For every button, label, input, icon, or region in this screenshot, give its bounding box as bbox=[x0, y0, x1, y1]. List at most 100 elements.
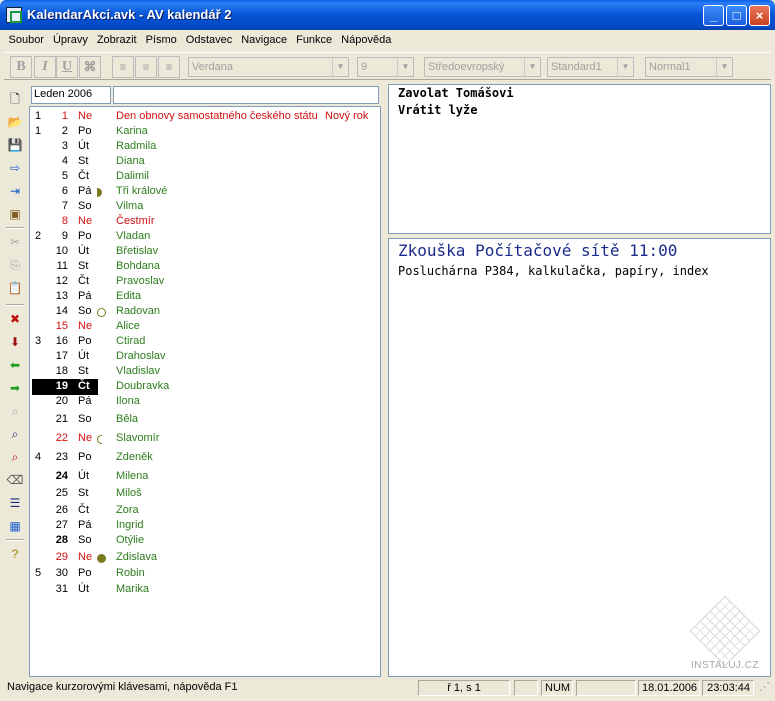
day-number: 6 bbox=[61, 185, 68, 197]
menu-bar: Soubor Úpravy Zobrazit Písmo Odstavec Na… bbox=[4, 30, 771, 50]
list-item[interactable]: 4 St Diana bbox=[30, 155, 380, 170]
align-right-icon[interactable]: ≡ bbox=[158, 56, 180, 78]
eraser-icon[interactable]: ⌫ bbox=[6, 471, 24, 489]
export-icon[interactable]: ⇨ bbox=[6, 159, 24, 177]
properties-icon[interactable]: ▣ bbox=[6, 205, 24, 223]
list-item[interactable]: 31 Út Marika bbox=[30, 583, 380, 598]
toolbar-separator bbox=[6, 539, 24, 541]
menu-soubor[interactable]: Soubor bbox=[4, 34, 48, 46]
paste-icon[interactable]: 📋 bbox=[6, 279, 24, 297]
list-item[interactable]: 17 Út Drahoslav bbox=[30, 350, 380, 365]
day-number: 21 bbox=[55, 413, 68, 425]
cut-icon[interactable]: ✂ bbox=[6, 233, 24, 251]
weekday: Út bbox=[78, 140, 89, 152]
italic-button[interactable]: I bbox=[34, 56, 56, 78]
list-item[interactable]: 26 Čt Zora bbox=[30, 504, 380, 519]
day-number: 22 bbox=[55, 432, 68, 444]
charset-value: Středoevropský bbox=[428, 61, 505, 73]
list-item[interactable]: 18 St Vladislav bbox=[30, 365, 380, 380]
nameday: Vladan bbox=[116, 230, 151, 242]
list-item[interactable]: 27 Pá Ingrid bbox=[30, 519, 380, 534]
list-item[interactable]: 5 30 Po Robin bbox=[30, 567, 380, 582]
list-item[interactable]: 29 Ne Zdislava bbox=[30, 551, 380, 566]
help-icon[interactable]: ? bbox=[6, 545, 24, 563]
align-left-icon[interactable]: ≡ bbox=[112, 56, 134, 78]
list-item[interactable]: 20 Pá Ilona bbox=[30, 395, 380, 410]
delete-event-icon[interactable]: ✖ bbox=[6, 310, 24, 328]
day-number: 20 bbox=[55, 395, 68, 407]
align-center-icon[interactable]: ≡ bbox=[135, 56, 157, 78]
nameday: Diana bbox=[116, 155, 145, 167]
size-select[interactable]: 9 ▼ bbox=[357, 57, 414, 77]
weekday: St bbox=[78, 365, 89, 377]
open-folder-icon[interactable]: 📂 bbox=[6, 113, 24, 131]
maximize-button[interactable]: □ bbox=[726, 5, 747, 26]
list-item[interactable]: 14 So Radovan bbox=[30, 305, 380, 320]
menu-pismo[interactable]: Písmo bbox=[141, 34, 181, 46]
import-icon[interactable]: ⇥ bbox=[6, 182, 24, 200]
arrow-down-icon[interactable]: ⬇ bbox=[6, 333, 24, 351]
list-item[interactable]: 10 Út Břetislav bbox=[30, 245, 380, 260]
list-item[interactable]: 3 16 Po Ctirad bbox=[30, 335, 380, 350]
list-item[interactable]: 3 Út Radmila bbox=[30, 140, 380, 155]
menu-funkce[interactable]: Funkce bbox=[292, 34, 337, 46]
new-file-icon[interactable]: 🗋 bbox=[6, 90, 24, 108]
find-prev-icon[interactable]: ⌕ bbox=[6, 448, 24, 466]
arrow-right-icon[interactable]: ➡ bbox=[6, 379, 24, 397]
list-item[interactable]: 11 St Bohdana bbox=[30, 260, 380, 275]
week-number: 4 bbox=[35, 451, 42, 463]
day-number: 17 bbox=[55, 350, 68, 362]
style-select[interactable]: Normal1 ▼ bbox=[645, 57, 733, 77]
nameday: Bohdana bbox=[116, 260, 161, 272]
paragraph-select[interactable]: Standard1 ▼ bbox=[547, 57, 634, 77]
menu-upravy[interactable]: Úpravy bbox=[48, 34, 92, 46]
chevron-down-icon: ▼ bbox=[524, 58, 540, 76]
close-button[interactable]: × bbox=[749, 5, 770, 26]
list-item[interactable]: 19 Čt Doubravka bbox=[30, 379, 380, 395]
week-number: 3 bbox=[35, 335, 42, 347]
list-item[interactable]: 5 Čt Dalimil bbox=[30, 170, 380, 185]
list-view-icon[interactable]: ☰ bbox=[6, 494, 24, 512]
note-item: Vrátit lyže bbox=[398, 103, 478, 117]
list-item[interactable]: 12 Čt Pravoslav bbox=[30, 275, 380, 290]
table-view-icon[interactable]: ▦ bbox=[6, 517, 24, 535]
search-input[interactable] bbox=[113, 86, 379, 104]
list-item[interactable]: 24 Út Milena bbox=[30, 470, 380, 485]
symbol-icon[interactable]: ⌘ bbox=[79, 56, 101, 78]
charset-select[interactable]: Středoevropský ▼ bbox=[424, 57, 541, 77]
arrow-left-icon[interactable]: ⬅ bbox=[6, 356, 24, 374]
list-item[interactable]: 21 So Běla bbox=[30, 413, 380, 428]
list-item[interactable]: 13 Pá Edita bbox=[30, 290, 380, 305]
resize-grip-icon[interactable]: ⋰ bbox=[756, 680, 771, 696]
menu-navigace[interactable]: Navigace bbox=[237, 34, 292, 46]
list-item[interactable]: 25 St Miloš bbox=[30, 487, 380, 502]
save-icon[interactable]: 💾 bbox=[6, 136, 24, 154]
day-number: 15 bbox=[55, 320, 68, 332]
font-select[interactable]: Verdana ▼ bbox=[188, 57, 349, 77]
weekday: Po bbox=[78, 125, 92, 137]
list-item[interactable]: 1 2 Po Karina bbox=[30, 125, 380, 140]
find-icon[interactable]: ⌕ bbox=[6, 402, 24, 420]
list-item[interactable]: 15 Ne Alice bbox=[30, 320, 380, 335]
list-item[interactable]: 4 23 Po Zdeněk bbox=[30, 451, 380, 466]
menu-zobrazit[interactable]: Zobrazit bbox=[92, 34, 141, 46]
day-number: 4 bbox=[61, 155, 68, 167]
calendar-list[interactable]: 1 1 Ne Den obnovy samostatného českého stát… bbox=[29, 106, 381, 677]
find-next-icon[interactable]: ⌕ bbox=[6, 425, 24, 443]
app-icon[interactable] bbox=[6, 7, 22, 23]
underline-button[interactable]: U bbox=[56, 56, 78, 78]
list-item[interactable]: 22 Ne Slavomír bbox=[30, 432, 380, 447]
menu-odstavec[interactable]: Odstavec bbox=[181, 34, 236, 46]
menu-napoveda[interactable]: Nápověda bbox=[337, 34, 396, 46]
notes-pane[interactable]: Zavolat Tomášovi Vrátit lyže bbox=[388, 84, 771, 234]
list-item[interactable]: 6 Pá Tři králové bbox=[30, 185, 380, 200]
chevron-down-icon: ▼ bbox=[397, 58, 413, 76]
list-item[interactable]: 7 So Vilma bbox=[30, 200, 380, 215]
list-item[interactable]: 1 1 Ne Den obnovy samostatného českého stát… bbox=[30, 110, 380, 125]
list-item[interactable]: 28 So Otýlie bbox=[30, 534, 380, 549]
copy-icon[interactable]: ⎘ bbox=[6, 256, 24, 274]
minimize-button[interactable]: _ bbox=[703, 5, 724, 26]
list-item[interactable]: 8 Ne Čestmír bbox=[30, 215, 380, 230]
list-item[interactable]: 2 9 Po Vladan bbox=[30, 230, 380, 245]
bold-button[interactable]: B bbox=[10, 56, 32, 78]
